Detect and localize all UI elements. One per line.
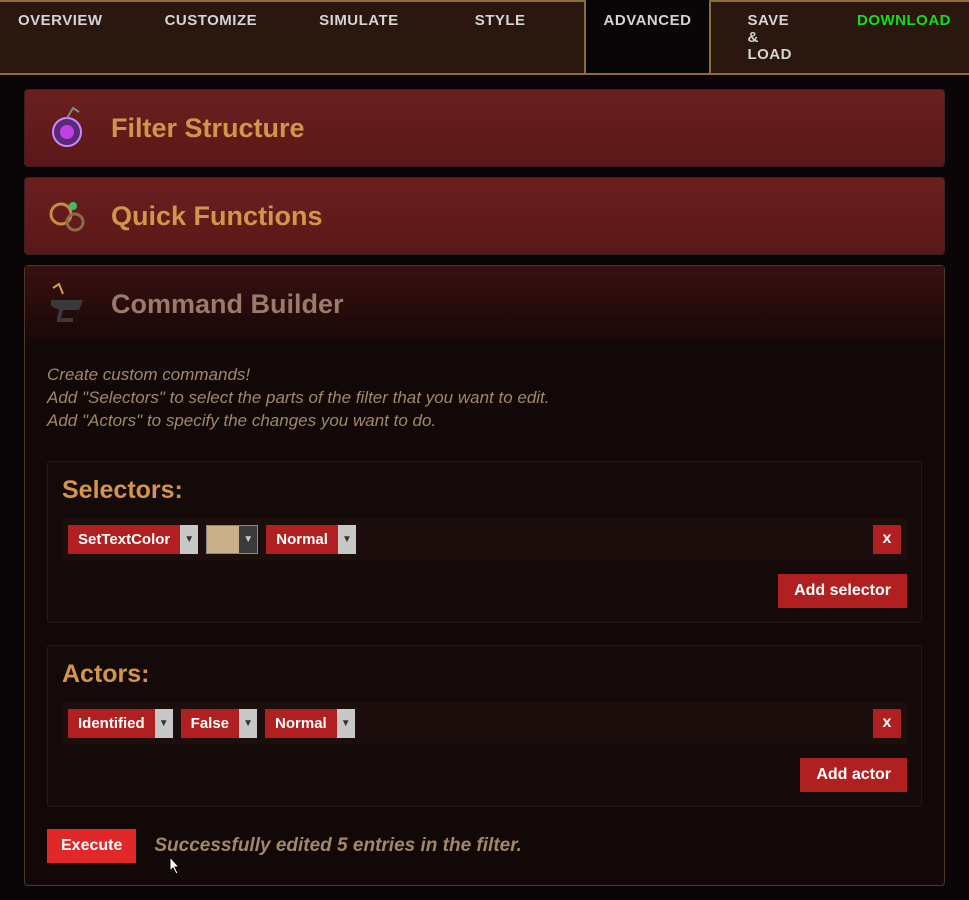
chip-label: SetTextColor bbox=[68, 525, 180, 554]
tab-overview[interactable]: OVERVIEW bbox=[0, 2, 121, 73]
actor-chip-normal[interactable]: Normal ▼ bbox=[265, 709, 355, 738]
chevron-down-icon[interactable]: ▼ bbox=[239, 709, 257, 738]
cursor-icon bbox=[165, 855, 183, 882]
chip-label: Normal bbox=[266, 525, 338, 554]
execute-row: Execute Successfully edited 5 entries in… bbox=[47, 829, 922, 863]
remove-actor-button[interactable]: x bbox=[873, 709, 901, 738]
execute-button[interactable]: Execute bbox=[47, 829, 136, 863]
chip-label: False bbox=[181, 709, 239, 738]
panel-command-builder: Command Builder Create custom commands! … bbox=[24, 265, 945, 886]
color-picker[interactable]: ▼ bbox=[206, 525, 258, 554]
builder-body: Create custom commands! Add "Selectors" … bbox=[25, 342, 944, 885]
intro-text: Create custom commands! Add "Selectors" … bbox=[47, 364, 922, 433]
tab-simulate[interactable]: SIMULATE bbox=[301, 2, 417, 73]
orb-icon bbox=[43, 104, 91, 152]
panel-title: Quick Functions bbox=[111, 201, 323, 232]
add-actor-button[interactable]: Add actor bbox=[800, 758, 907, 792]
intro-line: Add "Actors" to specify the changes you … bbox=[47, 410, 922, 433]
tab-saveload[interactable]: SAVE & LOAD bbox=[729, 2, 821, 73]
gears-icon bbox=[43, 192, 91, 240]
chip-label: Identified bbox=[68, 709, 155, 738]
tab-download[interactable]: DOWNLOAD bbox=[839, 2, 969, 73]
tab-customize[interactable]: CUSTOMIZE bbox=[147, 2, 276, 73]
anvil-icon bbox=[43, 280, 91, 328]
intro-line: Create custom commands! bbox=[47, 364, 922, 387]
chevron-down-icon[interactable]: ▼ bbox=[239, 526, 257, 553]
top-tabs: OVERVIEW CUSTOMIZE SIMULATE STYLE ADVANC… bbox=[0, 0, 969, 75]
status-message: Successfully edited 5 entries in the fil… bbox=[154, 835, 521, 857]
builder-header[interactable]: Command Builder bbox=[25, 266, 944, 342]
selectors-section: Selectors: SetTextColor ▼ ▼ Normal ▼ x bbox=[47, 461, 922, 623]
actor-chip-false[interactable]: False ▼ bbox=[181, 709, 257, 738]
section-title: Actors: bbox=[62, 660, 907, 689]
actor-row: Identified ▼ False ▼ Normal ▼ x bbox=[62, 703, 907, 744]
color-swatch bbox=[207, 526, 239, 553]
intro-line: Add "Selectors" to select the parts of t… bbox=[47, 387, 922, 410]
panel-title: Filter Structure bbox=[111, 113, 305, 144]
panel-title: Command Builder bbox=[111, 289, 344, 320]
panel-filter-structure[interactable]: Filter Structure bbox=[24, 89, 945, 167]
chevron-down-icon[interactable]: ▼ bbox=[337, 709, 355, 738]
tab-advanced[interactable]: ADVANCED bbox=[584, 0, 712, 73]
main-content: Filter Structure Quick Functions Command… bbox=[0, 75, 969, 900]
selector-chip-settextcolor[interactable]: SetTextColor ▼ bbox=[68, 525, 198, 554]
remove-selector-button[interactable]: x bbox=[873, 525, 901, 554]
chevron-down-icon[interactable]: ▼ bbox=[155, 709, 173, 738]
tab-style[interactable]: STYLE bbox=[457, 2, 544, 73]
section-title: Selectors: bbox=[62, 476, 907, 505]
panel-quick-functions[interactable]: Quick Functions bbox=[24, 177, 945, 255]
actor-chip-identified[interactable]: Identified ▼ bbox=[68, 709, 173, 738]
selector-chip-normal[interactable]: Normal ▼ bbox=[266, 525, 356, 554]
chip-label: Normal bbox=[265, 709, 337, 738]
selector-row: SetTextColor ▼ ▼ Normal ▼ x bbox=[62, 519, 907, 560]
actors-section: Actors: Identified ▼ False ▼ Normal ▼ x bbox=[47, 645, 922, 807]
chevron-down-icon[interactable]: ▼ bbox=[338, 525, 356, 554]
add-selector-button[interactable]: Add selector bbox=[778, 574, 907, 608]
chevron-down-icon[interactable]: ▼ bbox=[180, 525, 198, 554]
